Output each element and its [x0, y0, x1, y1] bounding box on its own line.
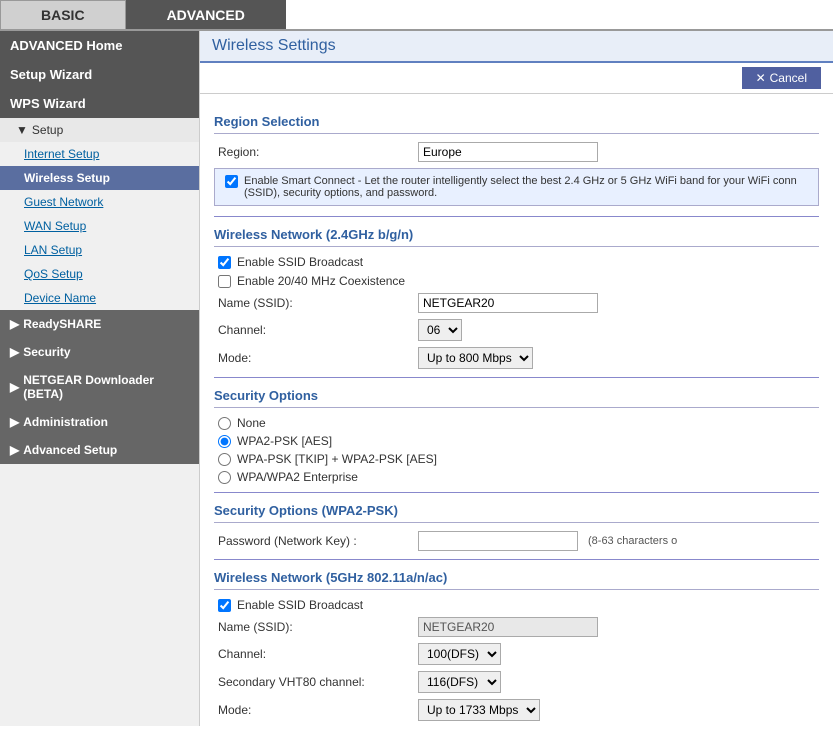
sidebar-item-wan-setup[interactable]: WAN Setup — [0, 214, 199, 238]
sidebar-group-setup[interactable]: ▼ Setup — [0, 118, 199, 142]
ssid-24-row: Name (SSID): — [214, 293, 819, 313]
tab-advanced[interactable]: ADVANCED — [126, 0, 286, 29]
security-none-row: None — [214, 416, 819, 430]
smart-connect-container: Enable Smart Connect - Let the router in… — [214, 168, 819, 206]
secondary-vht80-row: Secondary VHT80 channel: None 116(DFS) 1… — [214, 671, 819, 693]
mode-24-row: Mode: Up to 54 Mbps Up to 300 Mbps Up to… — [214, 347, 819, 369]
security-none-label: None — [237, 416, 266, 430]
sidebar-item-readyshare[interactable]: ▶ ReadySHARE — [0, 310, 199, 338]
sidebar-item-netgear-downloader[interactable]: ▶ NETGEAR Downloader (BETA) — [0, 366, 199, 408]
enable-ssid-24-checkbox[interactable] — [218, 256, 231, 269]
sidebar-item-qos-setup[interactable]: QoS Setup — [0, 262, 199, 286]
region-section-title: Region Selection — [214, 114, 819, 134]
ssid-24-input[interactable] — [418, 293, 598, 313]
security-wpa-row: WPA-PSK [TKIP] + WPA2-PSK [AES] — [214, 452, 819, 466]
chevron-right-icon: ▶ — [10, 317, 19, 331]
sidebar-item-wireless-setup[interactable]: Wireless Setup — [0, 166, 199, 190]
tab-bar: BASIC ADVANCED — [0, 0, 833, 31]
chevron-right-icon: ▶ — [10, 345, 19, 359]
page-title: Wireless Settings — [212, 37, 336, 55]
content-body: Region Selection Region: Enable Smart Co… — [200, 94, 833, 726]
sidebar: ADVANCED Home Setup Wizard WPS Wizard ▼ … — [0, 31, 200, 726]
smart-connect-label: Enable Smart Connect - Let the router in… — [244, 175, 808, 199]
security-wpa2-radio[interactable] — [218, 435, 231, 448]
mode-24-select[interactable]: Up to 54 Mbps Up to 300 Mbps Up to 800 M… — [418, 347, 533, 369]
sidebar-item-wps-wizard[interactable]: WPS Wizard — [0, 89, 199, 118]
ssid-5g-label: Name (SSID): — [218, 620, 418, 634]
tab-basic[interactable]: BASIC — [0, 0, 126, 29]
smart-connect-checkbox[interactable] — [225, 175, 238, 188]
secondary-vht80-label: Secondary VHT80 channel: — [218, 675, 418, 689]
ssid-5g-row: Name (SSID): — [214, 617, 819, 637]
secondary-vht80-select[interactable]: None 116(DFS) 132(DFS) 149 — [418, 671, 501, 693]
mode-5g-row: Mode: Up to 54 Mbps Up to 300 Mbps Up to… — [214, 699, 819, 721]
mode-5g-select[interactable]: Up to 54 Mbps Up to 300 Mbps Up to 867 M… — [418, 699, 540, 721]
security-wpa2-label: WPA2-PSK [AES] — [237, 434, 332, 448]
password-row: Password (Network Key) : (8-63 character… — [214, 531, 819, 551]
ssid-5g-input[interactable] — [418, 617, 598, 637]
password-label: Password (Network Key) : — [218, 534, 418, 548]
x-icon: ✕ — [756, 71, 766, 85]
password-input[interactable] — [418, 531, 578, 551]
enable-2040-label: Enable 20/40 MHz Coexistence — [237, 274, 405, 288]
sidebar-item-security[interactable]: ▶ Security — [0, 338, 199, 366]
cancel-button[interactable]: ✕ Cancel — [742, 67, 821, 89]
channel-5g-row: Channel: Auto36404448 100(DFS)104(DFS)10… — [214, 643, 819, 665]
security-wpa2-psk-title: Security Options (WPA2-PSK) — [214, 503, 819, 523]
enable-2040-checkbox[interactable] — [218, 275, 231, 288]
channel-5g-select[interactable]: Auto36404448 100(DFS)104(DFS)108(DFS) — [418, 643, 501, 665]
enable-ssid-5g-checkbox[interactable] — [218, 599, 231, 612]
sidebar-item-guest-network[interactable]: Guest Network — [0, 190, 199, 214]
security-wpa-label: WPA-PSK [TKIP] + WPA2-PSK [AES] — [237, 452, 437, 466]
sidebar-item-internet-setup[interactable]: Internet Setup — [0, 142, 199, 166]
content-area: Wireless Settings ✕ Cancel Region Select… — [200, 31, 833, 726]
content-header: Wireless Settings — [200, 31, 833, 63]
wireless-5g-title: Wireless Network (5GHz 802.11a/n/ac) — [214, 570, 819, 590]
enable-ssid-5g-label: Enable SSID Broadcast — [237, 598, 363, 612]
channel-24-label: Channel: — [218, 323, 418, 337]
security-enterprise-radio[interactable] — [218, 471, 231, 484]
chevron-down-icon: ▼ — [16, 123, 28, 137]
chevron-right-icon: ▶ — [10, 380, 19, 394]
ssid-24-label: Name (SSID): — [218, 296, 418, 310]
wireless-24-title: Wireless Network (2.4GHz b/g/n) — [214, 227, 819, 247]
sidebar-item-advanced-home[interactable]: ADVANCED Home — [0, 31, 199, 60]
mode-5g-label: Mode: — [218, 703, 418, 717]
enable-2040-row: Enable 20/40 MHz Coexistence — [214, 274, 819, 288]
enable-ssid-24-label: Enable SSID Broadcast — [237, 255, 363, 269]
sidebar-item-setup-wizard[interactable]: Setup Wizard — [0, 60, 199, 89]
security-wpa-radio[interactable] — [218, 453, 231, 466]
security-none-radio[interactable] — [218, 417, 231, 430]
region-row: Region: — [214, 142, 819, 162]
cancel-bar: ✕ Cancel — [200, 63, 833, 94]
security-enterprise-label: WPA/WPA2 Enterprise — [237, 470, 358, 484]
sidebar-item-advanced-setup[interactable]: ▶ Advanced Setup — [0, 436, 199, 464]
region-input[interactable] — [418, 142, 598, 162]
chevron-right-icon: ▶ — [10, 415, 19, 429]
enable-ssid-24-row: Enable SSID Broadcast — [214, 255, 819, 269]
region-value-container — [418, 142, 598, 162]
region-label: Region: — [218, 145, 418, 159]
security-enterprise-row: WPA/WPA2 Enterprise — [214, 470, 819, 484]
chevron-right-icon: ▶ — [10, 443, 19, 457]
security-wpa2-row: WPA2-PSK [AES] — [214, 434, 819, 448]
enable-ssid-5g-row: Enable SSID Broadcast — [214, 598, 819, 612]
sidebar-item-administration[interactable]: ▶ Administration — [0, 408, 199, 436]
sidebar-item-lan-setup[interactable]: LAN Setup — [0, 238, 199, 262]
mode-24-label: Mode: — [218, 351, 418, 365]
sidebar-item-device-name[interactable]: Device Name — [0, 286, 199, 310]
password-hint: (8-63 characters o — [588, 535, 677, 547]
security-options-title: Security Options — [214, 388, 819, 408]
channel-24-row: Channel: 0102030405 060708091011 — [214, 319, 819, 341]
channel-24-select[interactable]: 0102030405 060708091011 — [418, 319, 462, 341]
channel-5g-label: Channel: — [218, 647, 418, 661]
